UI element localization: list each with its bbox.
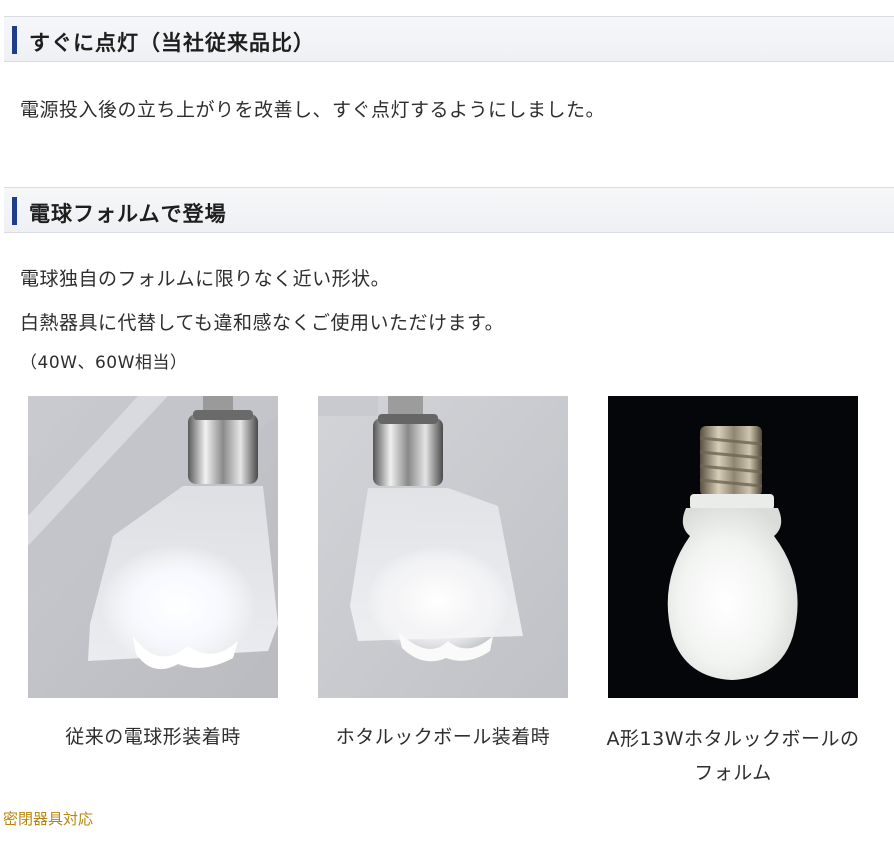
section-body-text: 電源投入後の立ち上がりを改善し、すぐ点灯するようにしました。 [20,99,606,121]
section-body-line: 白熱器具に代替しても違和感なくご使用いただけます。 [20,312,505,334]
photo-caption-line: フォルム [694,762,772,784]
section-body-line: 電球独自のフォルムに限りなく近い形状。 [20,268,391,290]
section-body-note: （40W、60W相当） [20,353,188,373]
section-title: すぐに点灯（当社従来品比） [29,31,315,55]
sealed-fixture-link[interactable]: 密閉器具対応 [3,808,93,829]
section-header-quick-lighting: すぐに点灯（当社従来品比） [4,16,894,62]
section-header-bulb-form: 電球フォルムで登場 [4,187,894,233]
accent-bar [12,197,17,225]
section-title: 電球フォルムで登場 [29,202,227,226]
photo-conventional-bulb-fixture [28,396,278,698]
photo-caption: A形13Wホタルックボールの フォルム [588,722,878,790]
photo-a-shape-bulb [608,396,858,698]
photo-caption: ホタルックボール装着時 [335,726,551,748]
photo-hotaluck-ball-fixture [318,396,568,698]
photo-caption-line: A形13Wホタルックボールの [606,728,860,750]
accent-bar [12,26,17,54]
photo-caption: 従来の電球形装着時 [65,726,241,748]
